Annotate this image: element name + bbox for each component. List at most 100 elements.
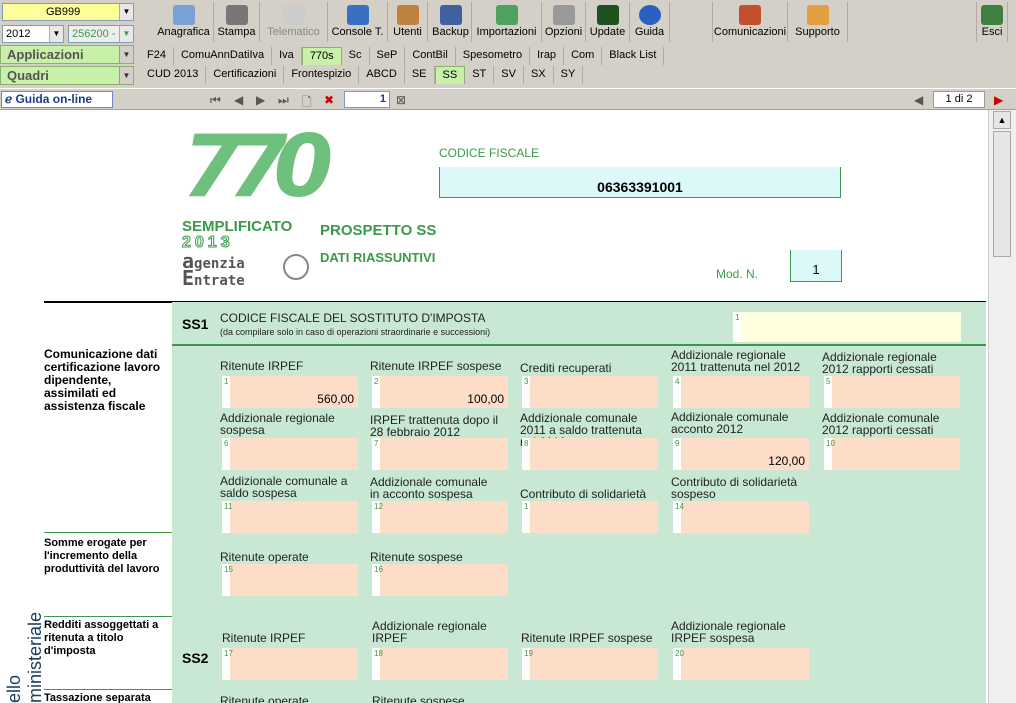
last-page-icon[interactable]: ⏭: [278, 93, 289, 108]
tab-sx[interactable]: SX: [524, 66, 554, 84]
prev-page-icon[interactable]: ◀: [234, 93, 243, 107]
field-number: 9: [675, 439, 680, 448]
field-number: 17: [224, 649, 233, 658]
add-comunale-2011-field[interactable]: 8: [522, 438, 658, 470]
field-number: 2: [374, 377, 379, 386]
field-number: 5: [826, 377, 831, 386]
add-comunale-2012-cessati-field[interactable]: 10: [824, 438, 960, 470]
field-label: Addizionale regionale sospesa: [220, 411, 335, 437]
contributo-solidarieta-sospeso-field[interactable]: 14: [673, 501, 809, 533]
year-combo[interactable]: 2012 ▼: [2, 25, 64, 43]
telematico-button[interactable]: Telematico: [260, 2, 328, 42]
backup-button[interactable]: Backup: [430, 2, 472, 42]
tab-sy[interactable]: SY: [554, 66, 584, 84]
add-regionale-sospesa-field[interactable]: 6: [222, 438, 358, 470]
ss2-ritenute-irpef-field[interactable]: 17: [222, 648, 358, 680]
tab-frontespizio[interactable]: Frontespizio: [284, 66, 360, 84]
ss1-field[interactable]: 1: [733, 312, 961, 342]
field-label: Addizionale comunale a saldo sospesa: [220, 474, 348, 500]
separator: [44, 616, 172, 617]
next-page-icon[interactable]: ▶: [256, 93, 265, 107]
tab-com[interactable]: Com: [564, 47, 603, 65]
supporto-button[interactable]: Supporto: [788, 2, 848, 42]
prev-module-icon[interactable]: ◀: [914, 93, 923, 107]
ritenute-irpef-field[interactable]: 1 560,00: [222, 376, 358, 408]
console-icon: [346, 5, 369, 25]
field-number: 19: [524, 649, 533, 658]
ritenute-sospese-field[interactable]: 16: [372, 564, 508, 596]
ss2-ritenute-irpef-sospese-field[interactable]: 19: [522, 648, 658, 680]
tab-abcd[interactable]: ABCD: [359, 66, 405, 84]
opzioni-button[interactable]: Opzioni: [542, 2, 586, 42]
update-button[interactable]: Update: [586, 2, 630, 42]
vertical-scrollbar[interactable]: ▲: [988, 110, 1016, 703]
tab-st[interactable]: ST: [465, 66, 495, 84]
chevron-down-icon[interactable]: ▼: [119, 4, 133, 20]
add-comunale-acconto-sospesa-field[interactable]: 12: [372, 501, 508, 533]
field-label: Ritenute IRPEF: [222, 631, 306, 645]
tab-spesometro[interactable]: Spesometro: [456, 47, 531, 65]
quadri-combo[interactable]: Quadri ▼: [0, 66, 134, 85]
comunicazioni-button[interactable]: Comunicazioni: [712, 2, 788, 42]
field-number: 6: [224, 439, 229, 448]
tab-sv[interactable]: SV: [494, 66, 524, 84]
button-label: Utenti: [393, 26, 422, 38]
tab-se[interactable]: SE: [405, 66, 435, 84]
applicazioni-combo[interactable]: Applicazioni ▼: [0, 45, 134, 64]
field-number: 1: [224, 377, 229, 386]
add-comunale-saldo-sospesa-field[interactable]: 11: [222, 501, 358, 533]
add-comunale-acconto-field[interactable]: 9 120,00: [673, 438, 809, 470]
goto-page-icon[interactable]: ⊠: [396, 93, 406, 107]
delete-page-icon[interactable]: ✖: [324, 93, 334, 107]
tab-sep[interactable]: SeP: [370, 47, 406, 65]
tab-contbil[interactable]: ContBil: [405, 47, 456, 65]
contributo-solidarieta-field[interactable]: 1: [522, 501, 658, 533]
anagrafica-button[interactable]: Anagrafica: [154, 2, 214, 42]
next-module-icon[interactable]: ▶: [994, 93, 1003, 107]
tab-irap[interactable]: Irap: [530, 47, 565, 65]
button-label: Guida: [634, 26, 665, 38]
chevron-down-icon[interactable]: ▼: [119, 46, 133, 63]
ritenute-operate-field[interactable]: 15: [222, 564, 358, 596]
chevron-down-icon[interactable]: ▼: [119, 67, 133, 84]
field-label: Crediti recuperati: [520, 361, 612, 375]
ss2-add-regionale-sospesa-field[interactable]: 20: [673, 648, 809, 680]
console-button[interactable]: Console T.: [328, 2, 388, 42]
tab-sc[interactable]: Sc: [342, 47, 370, 65]
chevron-down-icon[interactable]: ▼: [49, 26, 63, 42]
utenti-button[interactable]: Utenti: [388, 2, 428, 42]
codice-fiscale-label: CODICE FISCALE: [439, 146, 540, 160]
ritenute-irpef-sospese-field[interactable]: 2 100,00: [372, 376, 508, 408]
scroll-thumb[interactable]: [993, 131, 1011, 257]
client-combo[interactable]: GB999 ▼: [2, 3, 134, 21]
tab-black-list[interactable]: Black List: [602, 47, 665, 65]
mod-number-field[interactable]: 1: [790, 250, 842, 282]
sub-tabs: CUD 2013 Certificazioni Frontespizio ABC…: [140, 66, 584, 84]
importazioni-button[interactable]: Importazioni: [472, 2, 542, 42]
crediti-recuperati-field[interactable]: 3: [522, 376, 658, 408]
add-regionale-2011-field[interactable]: 4: [673, 376, 809, 408]
tab-comuanndatiiva[interactable]: ComuAnnDatiIva: [174, 47, 273, 65]
tab-certificazioni[interactable]: Certificazioni: [206, 66, 285, 84]
chevron-down-icon[interactable]: ▼: [119, 26, 133, 42]
tab-770s[interactable]: 770s: [301, 47, 342, 65]
esci-button[interactable]: Esci: [976, 2, 1008, 42]
tab-ss[interactable]: SS: [434, 66, 466, 84]
code2-combo[interactable]: 256200 - ▼: [68, 25, 134, 43]
applicazioni-label: Applicazioni: [7, 47, 84, 62]
scroll-up-icon[interactable]: ▲: [993, 111, 1011, 129]
add-regionale-2012-cessati-field[interactable]: 5: [824, 376, 960, 408]
button-label: Console T.: [331, 26, 384, 38]
tab-f24[interactable]: F24: [140, 47, 174, 65]
guida-button[interactable]: Guida: [630, 2, 670, 42]
first-page-icon[interactable]: ⏮: [210, 93, 221, 108]
page-number-input[interactable]: 1: [344, 91, 390, 108]
tab-cud-2013[interactable]: CUD 2013: [140, 66, 207, 84]
ss2-add-regionale-field[interactable]: 18: [372, 648, 508, 680]
stampa-button[interactable]: Stampa: [214, 2, 260, 42]
guida-online-button[interactable]: ℯ Guida on-line: [1, 91, 113, 108]
codice-fiscale-field[interactable]: 06363391001: [439, 167, 841, 198]
irpef-trattenuta-field[interactable]: 7: [372, 438, 508, 470]
tab-iva[interactable]: Iva: [272, 47, 302, 65]
field-number: 4: [675, 377, 680, 386]
